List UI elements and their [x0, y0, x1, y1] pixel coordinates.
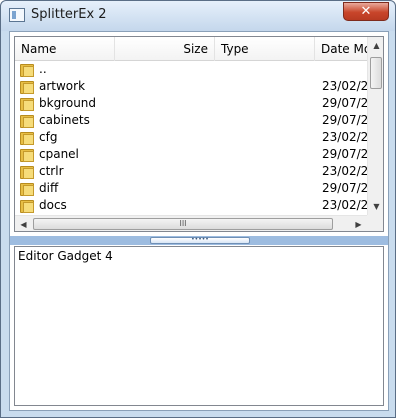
item-name: cpanel	[39, 147, 79, 161]
vertical-scroll-thumb[interactable]	[370, 57, 382, 89]
folder-icon	[20, 96, 34, 111]
app-icon	[9, 8, 25, 22]
column-header-name[interactable]: Name	[15, 37, 115, 61]
folder-icon	[20, 164, 34, 179]
list-item[interactable]: ..	[15, 61, 367, 78]
item-name: cfg	[39, 130, 58, 144]
folder-icon	[20, 130, 34, 145]
list-item[interactable]: artwork 23/02/20	[15, 78, 367, 95]
item-name: ..	[39, 62, 47, 76]
horizontal-scroll-thumb[interactable]: III	[33, 218, 333, 230]
title-bar[interactable]: SplitterEx 2 ✕	[1, 1, 395, 31]
window: SplitterEx 2 ✕ Name Size Type Date Mod .…	[0, 0, 396, 418]
item-name: artwork	[39, 79, 86, 93]
folder-icon	[20, 113, 34, 128]
splitter-bar[interactable]: •••••	[10, 236, 388, 245]
list-rows: ..artwork23/02/20bkground29/07/20cabinet…	[15, 61, 367, 214]
list-item[interactable]: docs 23/02/20	[15, 197, 367, 214]
scrollbar-corner	[367, 215, 383, 231]
folder-icon	[20, 79, 34, 94]
item-name: diff	[39, 181, 59, 195]
list-item[interactable]: ctrlr 23/02/20	[15, 163, 367, 180]
window-title: SplitterEx 2	[31, 7, 107, 22]
column-header-size[interactable]: Size	[115, 37, 215, 61]
item-name: ctrlr	[39, 164, 64, 178]
item-date: 23/02/20	[322, 198, 367, 212]
editor-gadget[interactable]: Editor Gadget 4	[14, 246, 384, 406]
item-date: 29/07/20	[322, 147, 367, 161]
folder-icon	[20, 198, 34, 213]
list-header: Name Size Type Date Mod	[15, 37, 375, 61]
folder-icon	[20, 147, 34, 162]
item-date: 23/02/20	[322, 130, 367, 144]
item-date: 29/07/20	[322, 181, 367, 195]
scroll-down-icon[interactable]: ▼	[368, 198, 383, 215]
list-item[interactable]: cpanel 29/07/20	[15, 146, 367, 163]
item-name: docs	[39, 198, 67, 212]
item-name: cabinets	[39, 113, 90, 127]
item-name: bkground	[39, 96, 97, 110]
list-item[interactable]: diff 29/07/20	[15, 180, 367, 197]
file-list[interactable]: Name Size Type Date Mod .. artwork 23/02/2…	[14, 36, 384, 232]
item-date: 23/02/20	[322, 164, 367, 178]
list-item[interactable]: cabinets 29/07/20	[15, 112, 367, 129]
close-button[interactable]: ✕	[343, 2, 389, 21]
client-area: Name Size Type Date Mod .. artwork 23/02/2…	[9, 31, 389, 411]
scroll-up-icon[interactable]: ▲	[368, 37, 383, 54]
scroll-left-icon[interactable]: ◀	[15, 216, 32, 231]
item-date: 29/07/20	[322, 113, 367, 127]
item-date: 23/02/20	[322, 79, 367, 93]
folder-icon	[20, 181, 34, 196]
column-header-date[interactable]: Date Mod	[315, 37, 375, 61]
folder-icon	[20, 62, 34, 77]
horizontal-scrollbar[interactable]: ◀ III ▶	[15, 215, 367, 231]
list-item[interactable]: cfg 23/02/20	[15, 129, 367, 146]
vertical-scrollbar[interactable]: ▲ ▼	[367, 37, 383, 215]
item-date: 29/07/20	[322, 96, 367, 110]
column-header-type[interactable]: Type	[215, 37, 315, 61]
splitter-grip[interactable]: •••••	[150, 237, 250, 244]
scroll-right-icon[interactable]: ▶	[350, 216, 367, 231]
list-item[interactable]: bkground 29/07/20	[15, 95, 367, 112]
